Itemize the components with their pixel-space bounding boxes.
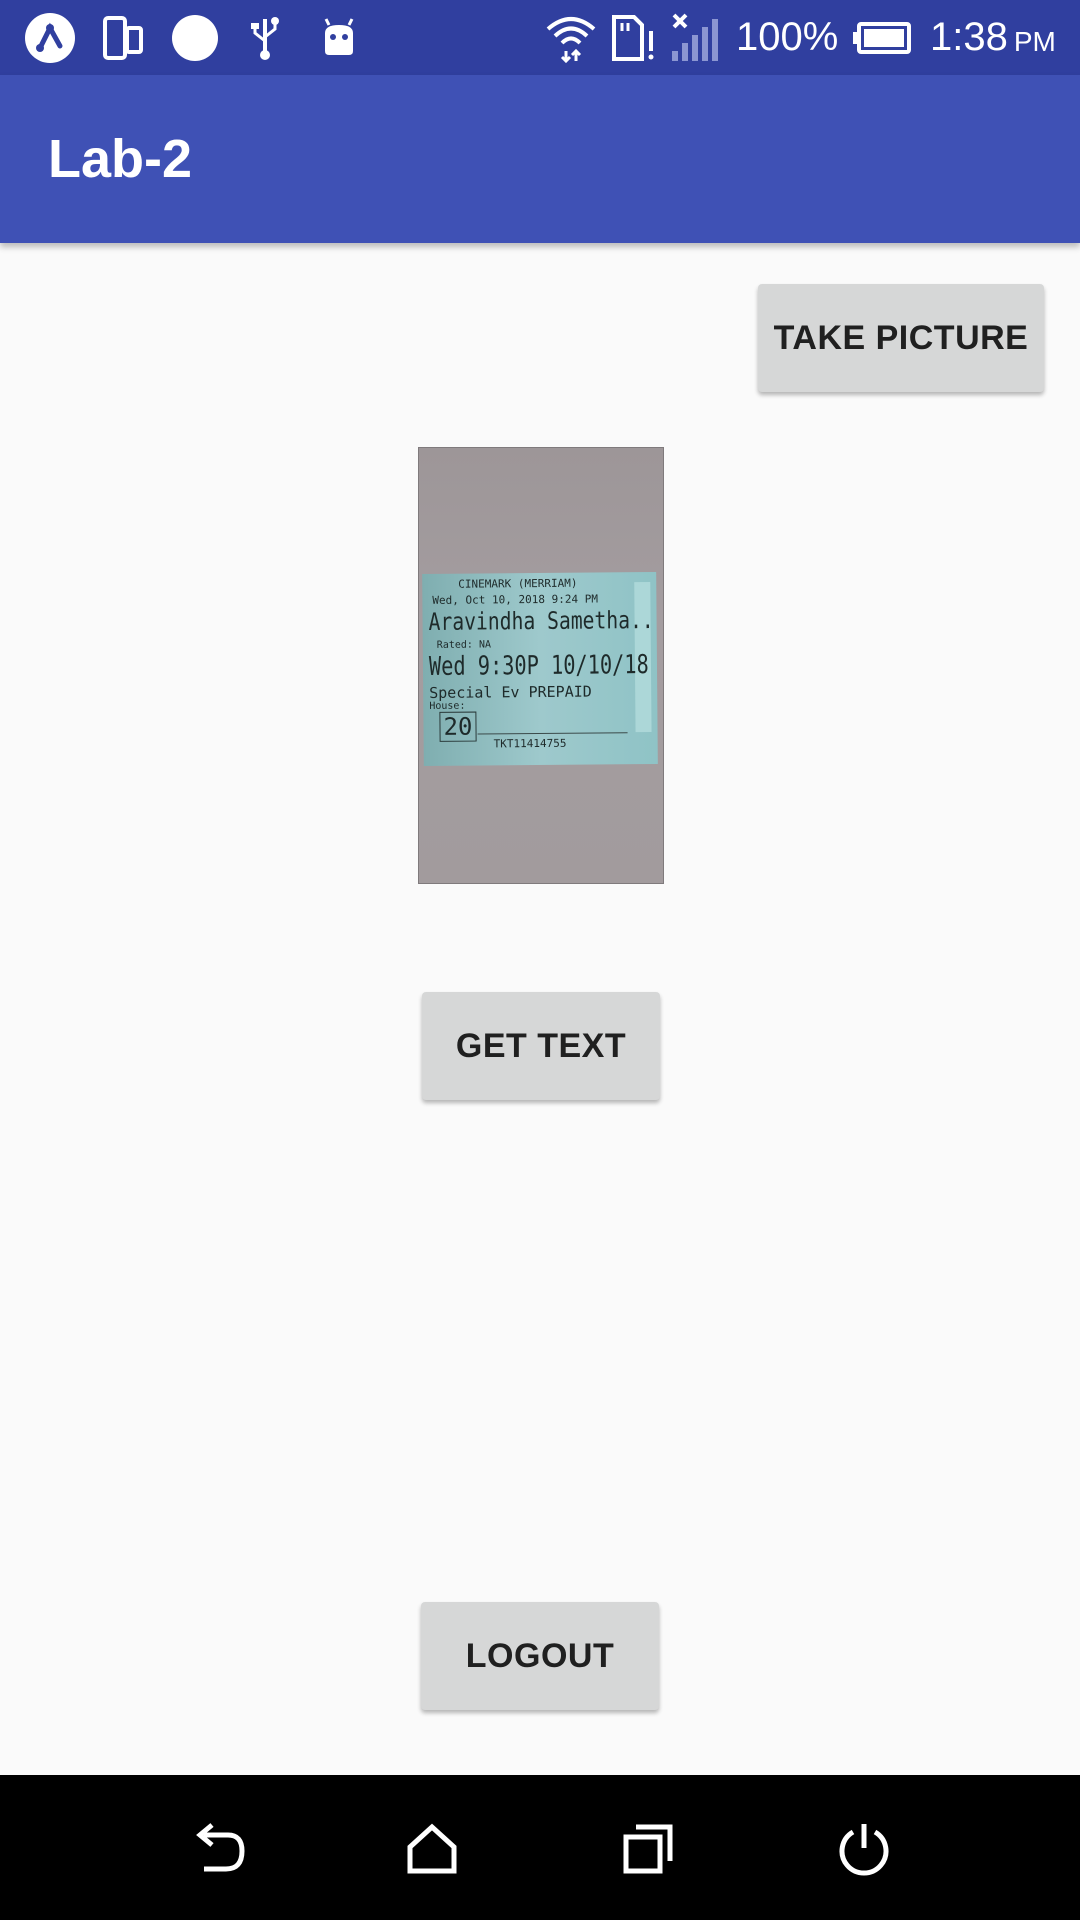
- app-title: Lab-2: [48, 129, 193, 189]
- navigation-bar: [0, 1775, 1080, 1920]
- home-icon[interactable]: [392, 1775, 472, 1920]
- ticket-line: TKT11414755: [493, 736, 567, 751]
- ticket-line: Wed 9:30P 10/10/18: [428, 650, 649, 682]
- ticket-line: Special Ev PREPAID: [429, 682, 592, 702]
- ticket-line: House:: [429, 700, 466, 712]
- take-picture-button[interactable]: TAKE PICTURE: [758, 284, 1044, 392]
- phone-tablet-icon: [100, 0, 146, 75]
- battery-percent: 100%: [736, 15, 839, 59]
- nfc-app-icon: [22, 0, 78, 75]
- sd-card-alert-icon: [610, 0, 656, 75]
- app-bar: Lab-2: [0, 75, 1080, 243]
- android-icon: [318, 0, 360, 75]
- wifi-icon: [544, 0, 598, 75]
- ticket-divider: [477, 732, 628, 735]
- get-text-button[interactable]: GET TEXT: [422, 992, 660, 1100]
- status-time: 1:38 PM: [930, 0, 1056, 75]
- recents-icon[interactable]: [608, 1775, 688, 1920]
- usb-icon: [245, 0, 285, 75]
- back-icon[interactable]: [180, 1775, 260, 1920]
- logout-button[interactable]: LOGOUT: [421, 1602, 659, 1710]
- ticket-line: Aravindha Sametha..: [428, 606, 654, 636]
- ticket-image: CINEMARK (MERRIAM) Wed, Oct 10, 2018 9:2…: [422, 571, 658, 767]
- ticket-line: 20: [439, 711, 477, 742]
- circle-icon: [170, 0, 220, 75]
- ticket-line: CINEMARK (MERRIAM): [458, 576, 578, 591]
- signal-no-sim-icon: [668, 0, 724, 75]
- ticket-line: Wed, Oct 10, 2018 9:24 PM: [432, 592, 599, 607]
- status-bar: 100% 1:38 PM: [0, 0, 1080, 75]
- power-icon[interactable]: [824, 1775, 904, 1920]
- time-suffix: PM: [1013, 25, 1056, 57]
- ticket-line: Rated: NA: [436, 639, 492, 651]
- time-value: 1:38: [930, 15, 1008, 59]
- captured-photo: CINEMARK (MERRIAM) Wed, Oct 10, 2018 9:2…: [418, 447, 664, 884]
- battery-icon: [852, 0, 912, 75]
